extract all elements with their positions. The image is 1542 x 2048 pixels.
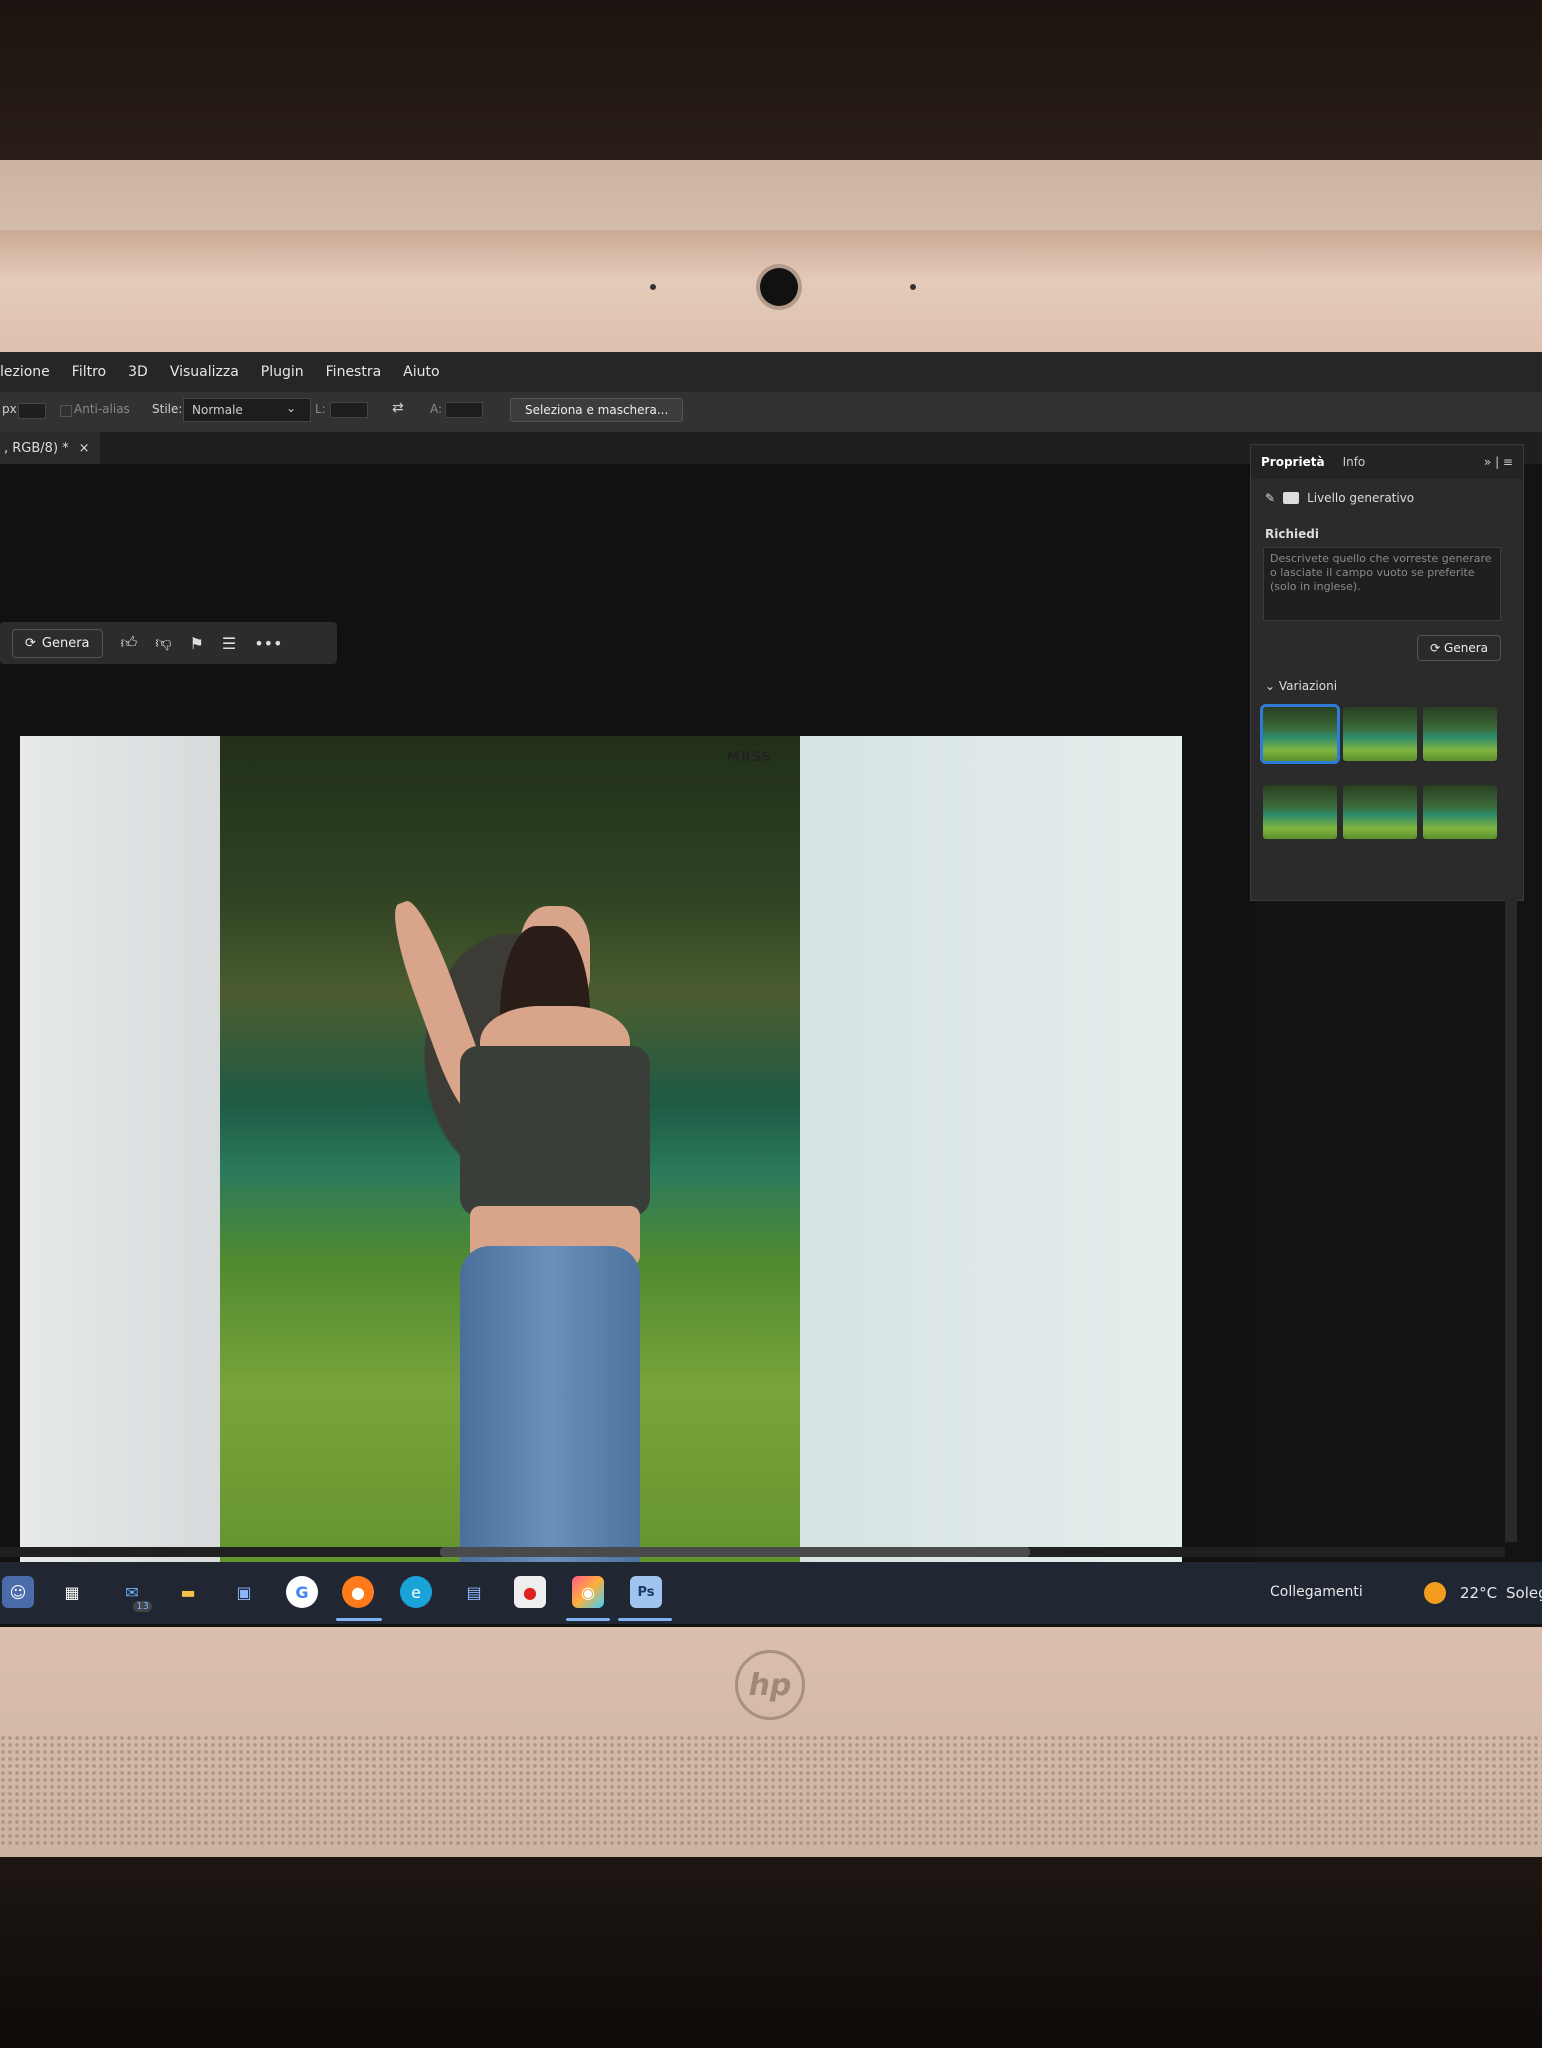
swap-icon[interactable]: ⇄: [392, 400, 404, 416]
desk-background: [0, 1857, 1542, 2048]
horizontal-scroll-thumb[interactable]: [440, 1547, 1030, 1557]
select-and-mask-button[interactable]: Seleziona e maschera...: [510, 398, 684, 422]
variations-header[interactable]: ⌄ Variazioni: [1265, 679, 1337, 693]
properties-tabs: Proprietà Info » | ≡: [1251, 445, 1523, 479]
screen: lezione Filtro 3D Visualizza Plugin Fine…: [0, 352, 1542, 1627]
mail-badge: 13: [133, 1601, 152, 1612]
watermark: MRSS: [726, 750, 772, 765]
more-options-icon[interactable]: •••: [254, 634, 282, 653]
height-label: A:: [430, 402, 443, 416]
sensor-dot: [910, 284, 916, 290]
menu-item-visualizza[interactable]: Visualizza: [170, 364, 239, 380]
menu-item-filtro[interactable]: Filtro: [72, 364, 106, 380]
links-label[interactable]: Collegamenti: [1270, 1584, 1363, 1600]
prompt-label: Richiedi: [1265, 527, 1319, 541]
tab-properties[interactable]: Proprietà: [1261, 455, 1325, 469]
sun-icon: [1424, 1582, 1446, 1604]
panel-menu-icon[interactable]: » | ≡: [1484, 455, 1513, 469]
chrome-icon[interactable]: G: [286, 1576, 318, 1608]
menu-item-selezione[interactable]: lezione: [0, 364, 50, 380]
edge-icon[interactable]: e: [400, 1576, 432, 1608]
weather-condition[interactable]: Soleg: [1506, 1584, 1542, 1602]
photos-app-icon[interactable]: ●: [514, 1576, 546, 1608]
feather-input[interactable]: [18, 403, 46, 419]
speaker-grille: [0, 1735, 1542, 1847]
photoshop-icon[interactable]: Ps: [630, 1576, 662, 1608]
menu-item-finestra[interactable]: Finestra: [326, 364, 382, 380]
variation-thumbnail[interactable]: [1263, 707, 1337, 761]
photo-viewer-icon[interactable]: ◉: [572, 1576, 604, 1608]
tab-info[interactable]: Info: [1343, 455, 1366, 469]
menu-bar: lezione Filtro 3D Visualizza Plugin Fine…: [0, 352, 1542, 392]
document-canvas[interactable]: MRSS: [20, 736, 1182, 1608]
portrait-photo: MRSS: [220, 736, 800, 1608]
properties-panel: Proprietà Info » | ≡ ✎ Livello generativ…: [1250, 444, 1524, 901]
file-explorer-icon[interactable]: ▬: [172, 1576, 204, 1608]
panel-generate-label: Genera: [1444, 641, 1488, 655]
generative-layer-icon: ✎: [1265, 491, 1276, 505]
menu-item-3d[interactable]: 3D: [128, 364, 148, 380]
firefox-active-indicator: [336, 1618, 382, 1621]
mail-icon[interactable]: ✉ 13: [116, 1576, 152, 1612]
menu-item-aiuto[interactable]: Aiuto: [403, 364, 439, 380]
widgets-icon[interactable]: ☺: [2, 1576, 34, 1608]
antialias-checkbox[interactable]: [60, 405, 72, 417]
hp-logo: hp: [735, 1650, 805, 1720]
chevron-down-icon: ⌄: [1265, 679, 1279, 693]
generated-fill-left: [20, 736, 220, 1608]
options-bar: px Anti-alias Stile: Normale ⌄ L: ⇄ A: S…: [0, 392, 1542, 432]
width-label: L:: [315, 402, 326, 416]
app-icon[interactable]: ▤: [458, 1576, 490, 1608]
viewer-active-indicator: [566, 1618, 610, 1621]
flag-icon[interactable]: ⚑: [190, 634, 204, 653]
vertical-scrollbar[interactable]: [1505, 822, 1517, 1542]
variation-thumbnail[interactable]: [1263, 785, 1337, 839]
feather-unit: px: [2, 402, 17, 416]
prompt-input[interactable]: Descrivete quello che vorreste generare …: [1263, 547, 1501, 621]
windows-taskbar: ☺ ▦ ✉ 13 ▬ ▣ G ● e ▤ ● ◉ Ps Collegamenti…: [0, 1562, 1542, 1624]
variation-thumbnail[interactable]: [1343, 707, 1417, 761]
generate-button[interactable]: ⟳ Genera: [12, 628, 103, 658]
canvas-area: ⟳ Genera 👍︎ 👎︎ ⚑ ☰ ••• MRSS: [0, 464, 1255, 1614]
sliders-icon[interactable]: ☰: [222, 634, 236, 653]
menu-item-plugin[interactable]: Plugin: [261, 364, 304, 380]
document-tab-title: , RGB/8) *: [4, 440, 69, 456]
sensor-dot: [650, 284, 656, 290]
photoshop-active-indicator: [618, 1618, 672, 1621]
generated-fill-right: [800, 736, 1182, 1608]
variation-thumbnail[interactable]: [1343, 785, 1417, 839]
width-input[interactable]: [330, 402, 368, 418]
variation-thumbnail[interactable]: [1423, 707, 1497, 761]
webcam: [760, 268, 798, 306]
thumbs-down-icon[interactable]: 👎︎: [155, 633, 171, 653]
refresh-icon: ⟳: [25, 635, 36, 651]
store-icon[interactable]: ▣: [228, 1576, 260, 1608]
firefox-icon[interactable]: ●: [342, 1576, 374, 1608]
antialias-label: Anti-alias: [74, 402, 130, 416]
variation-thumbnail[interactable]: [1423, 785, 1497, 839]
document-tab[interactable]: , RGB/8) * ×: [0, 432, 100, 464]
refresh-icon: ⟳: [1430, 641, 1445, 655]
weather-temperature[interactable]: 22°C: [1460, 1584, 1497, 1602]
layer-type-label: Livello generativo: [1307, 491, 1415, 505]
style-label: Stile:: [152, 402, 183, 416]
close-icon[interactable]: ×: [79, 441, 90, 456]
task-view-icon[interactable]: ▦: [56, 1576, 88, 1608]
layer-row: ✎ Livello generativo: [1265, 491, 1414, 505]
chevron-down-icon: ⌄: [286, 401, 297, 415]
generate-label: Genera: [41, 635, 90, 651]
mask-icon: [1283, 492, 1300, 504]
person-figure: [383, 886, 650, 1606]
height-input[interactable]: [445, 402, 483, 418]
thumbs-up-icon[interactable]: 👍︎: [121, 633, 138, 653]
horizontal-scrollbar[interactable]: [0, 1547, 1505, 1557]
variations-label: Variazioni: [1278, 679, 1338, 693]
contextual-task-bar: ⟳ Genera 👍︎ 👎︎ ⚑ ☰ •••: [0, 622, 337, 664]
crop-top: [460, 1046, 650, 1216]
panel-generate-button[interactable]: ⟳ Genera: [1417, 635, 1501, 661]
